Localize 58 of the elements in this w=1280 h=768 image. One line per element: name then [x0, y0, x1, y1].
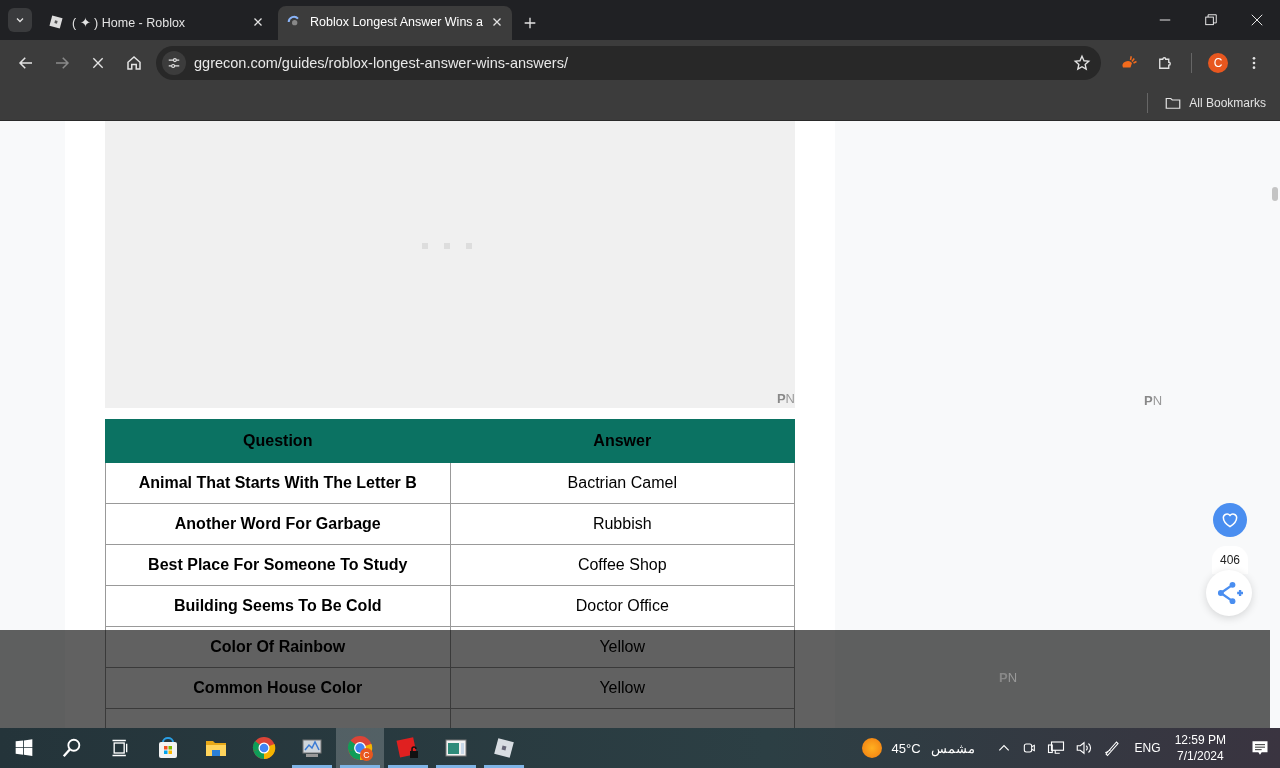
- ad-label: PN: [776, 391, 795, 406]
- all-bookmarks-button[interactable]: All Bookmarks: [1164, 94, 1266, 112]
- table-cell: Yellow: [450, 626, 795, 668]
- table-cell: Best Place For Someone To Study: [105, 544, 450, 586]
- forward-icon[interactable]: [53, 54, 71, 72]
- taskbar-app[interactable]: C: [336, 728, 384, 768]
- share-icon: [1215, 579, 1243, 607]
- network-icon[interactable]: [1046, 739, 1065, 757]
- browser-tab[interactable]: Roblox Longest Answer Wins a: [278, 6, 512, 40]
- table-cell: Animal That Starts With The Letter B: [105, 462, 450, 504]
- game-editor-icon[interactable]: [396, 736, 420, 760]
- store-icon[interactable]: [156, 736, 180, 760]
- table-cell: Doctor Office: [450, 585, 795, 627]
- column-header: Question: [105, 419, 450, 463]
- windows-icon: [14, 738, 34, 758]
- like-count: 406: [1212, 546, 1248, 574]
- table-cell: Color Of Rainbow: [105, 626, 450, 668]
- scrollbar-thumb[interactable]: [1272, 187, 1278, 201]
- tab-search-button[interactable]: [8, 8, 32, 32]
- stop-icon[interactable]: [90, 55, 106, 71]
- address-bar[interactable]: ggrecon.com/guides/roblox-longest-answer-wins-answers/: [156, 46, 1101, 80]
- like-button[interactable]: [1213, 503, 1247, 537]
- weather-condition: مشمس: [930, 740, 975, 756]
- table-cell: Bactrian Camel: [450, 462, 795, 504]
- language-indicator[interactable]: ENG: [1134, 741, 1161, 755]
- pen-icon[interactable]: [1102, 739, 1121, 757]
- chrome-icon[interactable]: [252, 736, 276, 760]
- table-cell: Coffee Shop: [450, 544, 795, 586]
- back-icon[interactable]: [17, 54, 35, 72]
- temperature: 45°C: [891, 740, 921, 756]
- task-view-icon: [110, 738, 130, 758]
- monitor-app-icon[interactable]: [300, 736, 324, 760]
- sun-icon: [861, 738, 882, 758]
- table-cell: Building Seems To Be Cold: [105, 585, 450, 627]
- puzzle-icon[interactable]: [1156, 54, 1174, 72]
- clock[interactable]: 12:59 PM 7/1/2024: [1174, 732, 1226, 764]
- site-settings-icon[interactable]: [167, 56, 181, 70]
- close-icon[interactable]: [491, 16, 503, 28]
- close-icon[interactable]: [252, 16, 264, 28]
- star-icon[interactable]: [1073, 54, 1091, 72]
- profile-avatar[interactable]: C: [1208, 53, 1228, 73]
- volume-icon[interactable]: [1074, 739, 1093, 757]
- heart-icon: [1220, 510, 1240, 530]
- home-icon[interactable]: [125, 54, 143, 72]
- new-tab-icon[interactable]: [522, 15, 538, 31]
- restore-icon[interactable]: [1204, 13, 1218, 27]
- cube-icon: [48, 14, 64, 30]
- table-cell: Yellow: [450, 667, 795, 709]
- share-button[interactable]: [1206, 570, 1252, 616]
- column-header: Answer: [450, 419, 795, 463]
- ad-label: PN: [1144, 393, 1163, 408]
- browser-tab[interactable]: ( ✦ ) Home - Roblox: [40, 6, 274, 40]
- table-cell: Common House Color: [105, 667, 450, 709]
- table-cell: Another Word For Garbage: [105, 503, 450, 545]
- chrome-profile-icon[interactable]: C: [347, 735, 373, 761]
- window-app-icon[interactable]: [444, 736, 468, 760]
- table-cell: Rubbish: [450, 503, 795, 545]
- search-icon: [61, 737, 83, 759]
